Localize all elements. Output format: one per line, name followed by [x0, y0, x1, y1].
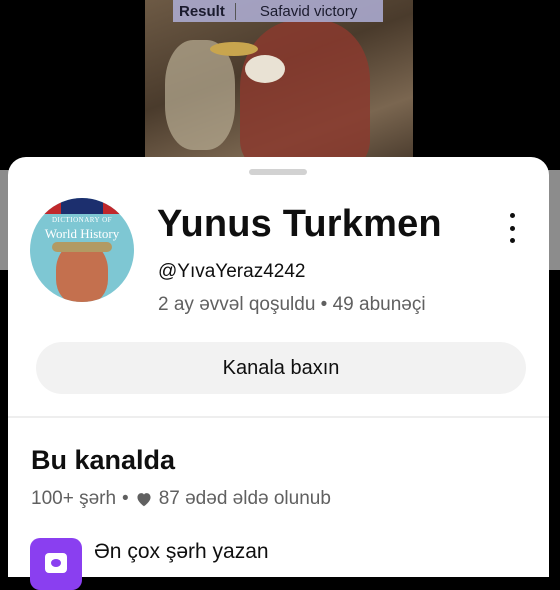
channel-name: Yunus Turkmen — [157, 203, 442, 245]
avatar-text-line2: World History — [44, 226, 120, 241]
view-channel-button[interactable]: Kanala baxın — [36, 342, 526, 394]
channel-stats: 100+ şərh • 87 ədəd əldə olunub — [31, 488, 331, 510]
stats-separator: • — [122, 488, 129, 509]
avatar-headband — [52, 242, 112, 252]
painting-figure — [240, 20, 370, 170]
video-caption-bar: Result Safavid victory — [173, 0, 383, 22]
painting-hand — [245, 55, 285, 83]
divider — [8, 416, 549, 418]
section-title: Bu kanalda — [31, 445, 176, 475]
channel-meta: 2 ay əvvəl qoşuldu • 49 abunəçi — [158, 294, 426, 315]
video-frame — [145, 0, 413, 180]
painting-figure — [165, 40, 235, 150]
result-value: Safavid victory — [259, 2, 358, 20]
heart-icon — [137, 493, 151, 507]
background-strip — [548, 170, 560, 270]
channel-bottom-sheet: DICTIONARY OF World History Yunus Turkme… — [8, 157, 549, 590]
avatar-text-line1: DICTIONARY OF — [51, 216, 113, 224]
avatar-flag — [30, 198, 134, 214]
likes-count: 87 ədəd əldə olunub — [158, 488, 331, 509]
result-label: Result — [173, 2, 236, 20]
avatar[interactable]: DICTIONARY OF World History — [30, 198, 134, 302]
channel-handle: @YıvaYeraz4242 — [158, 261, 306, 282]
painting-bowl — [210, 42, 258, 56]
video-player[interactable]: Result Safavid victory — [0, 0, 560, 180]
comment-heart-icon — [30, 538, 82, 590]
more-vert-icon[interactable] — [504, 213, 520, 243]
comments-count: 100+ şərh — [31, 488, 117, 509]
top-commenter-label[interactable]: Ən çox şərh yazan — [94, 540, 269, 564]
sheet-drag-handle[interactable] — [249, 169, 307, 175]
